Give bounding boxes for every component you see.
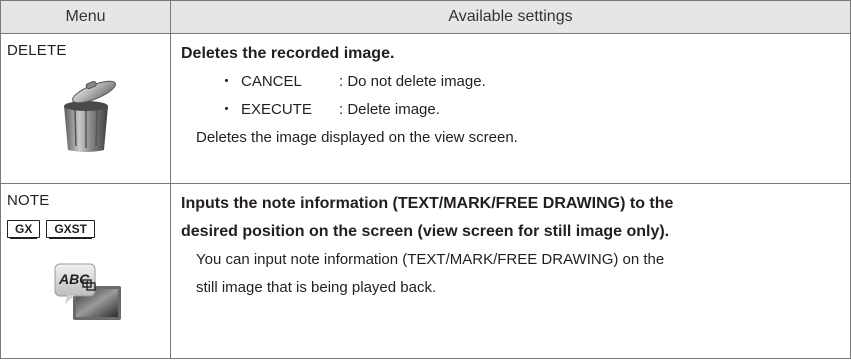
option-desc: : Do not delete image. xyxy=(339,73,486,90)
table-header-row: Menu Available settings xyxy=(0,0,851,34)
model-badges: GX GXST xyxy=(7,220,101,239)
header-menu: Menu xyxy=(0,0,171,34)
menu-cell-note: NOTE GX GXST ABC xyxy=(0,183,171,359)
abc-note-icon: ABC xyxy=(54,263,121,320)
delete-note: Deletes the image displayed on the view … xyxy=(196,129,518,146)
settings-cell-delete: Deletes the recorded image. ・ CANCEL : Do … xyxy=(170,33,851,184)
note-heading-line1: Inputs the note information (TEXT/MARK/F… xyxy=(181,195,674,212)
menu-name: DELETE xyxy=(7,42,67,59)
menu-cell-delete: DELETE xyxy=(0,33,171,184)
note-description-line2: still image that is being played back. xyxy=(196,279,437,296)
trash-can-icon xyxy=(64,80,116,152)
abc-text: ABC xyxy=(58,271,90,287)
settings-table: Menu Available settings DELETE Deletes t… xyxy=(0,0,851,359)
menu-name: NOTE xyxy=(7,192,50,209)
note-heading-line2: desired position on the screen (view scr… xyxy=(181,223,670,240)
note-description-line1: You can input note information (TEXT/MAR… xyxy=(196,251,665,268)
model-badge-gxst: GXST xyxy=(46,220,96,239)
bullet-dot: ・ xyxy=(219,73,235,90)
model-badge-gx: GX xyxy=(7,220,41,239)
option-desc: : Delete image. xyxy=(339,101,440,118)
header-available-settings: Available settings xyxy=(170,0,851,34)
table-row: DELETE Deletes the recorded image. ・ CAN… xyxy=(0,33,851,184)
option-execute: ・ EXECUTE : Delete image. xyxy=(219,96,850,124)
table-row: NOTE GX GXST ABC Inputs the note informa… xyxy=(0,183,851,359)
option-key: EXECUTE xyxy=(241,101,312,118)
delete-heading: Deletes the recorded image. xyxy=(181,45,395,62)
option-key: CANCEL xyxy=(241,73,302,90)
option-cancel: ・ CANCEL : Do not delete image. xyxy=(219,68,850,96)
bullet-dot: ・ xyxy=(219,101,235,118)
settings-cell-note: Inputs the note information (TEXT/MARK/F… xyxy=(170,183,851,359)
